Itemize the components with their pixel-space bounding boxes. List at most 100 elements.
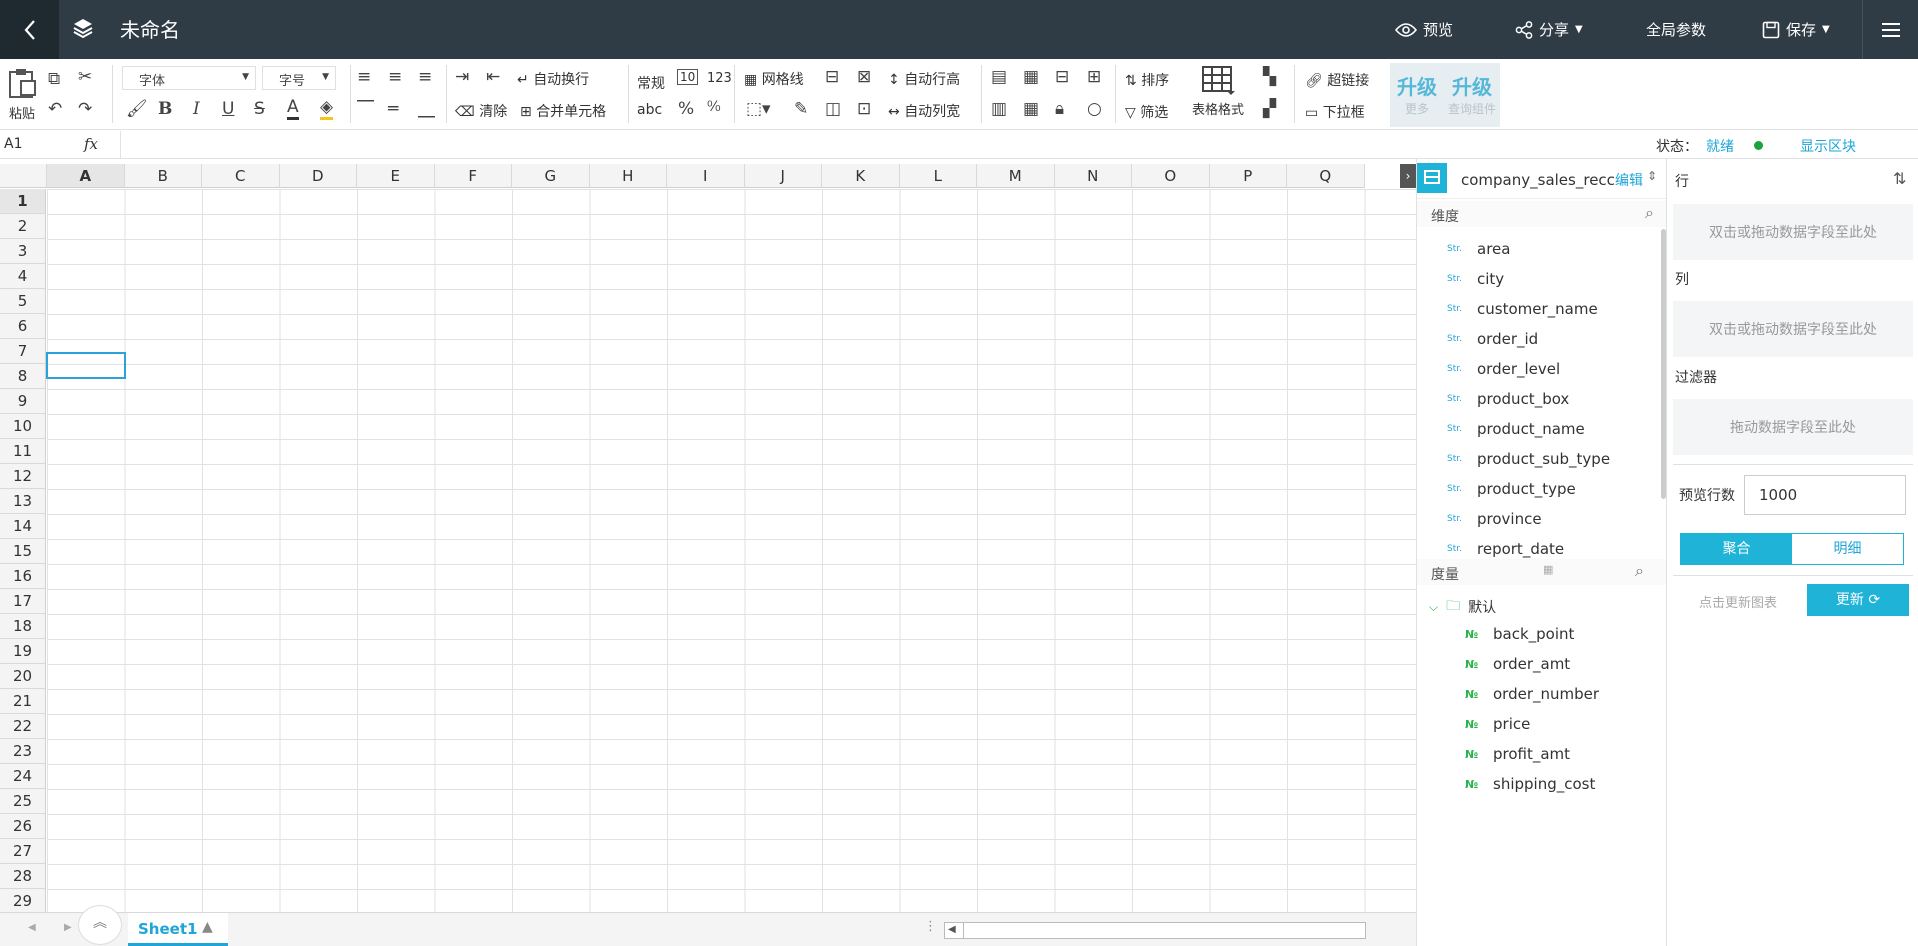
delete-row-icon[interactable]: ⊠ (857, 67, 871, 87)
magnify-icon[interactable]: ○ (1087, 99, 1102, 119)
merge-cells-button[interactable]: ⊞ 合并单元格 (520, 101, 606, 121)
spreadsheet-grid[interactable]: ABCDEFGHIJKLMNOPQ 1 2 3 4 5 6 7 8 9 10 11 12 13 14 15 1… (0, 164, 1416, 912)
align-left-icon[interactable]: ≡ (357, 67, 371, 87)
auto-col-width-button[interactable]: ↔ 自动列宽 (888, 101, 960, 121)
column-header[interactable]: G (512, 164, 590, 188)
formula-input[interactable] (120, 131, 1620, 158)
auto-row-height-button[interactable]: ↕ 自动行高 (888, 69, 960, 89)
row-header[interactable]: 24 (0, 764, 46, 789)
dimension-field[interactable]: Str. product_sub_type (1447, 450, 1610, 468)
measure-folder[interactable]: ⌵ 🗀︎ 默认 (1429, 595, 1496, 619)
sort-button[interactable]: ⇅ 排序 (1125, 70, 1169, 90)
selected-cell[interactable] (46, 352, 126, 379)
dimension-field[interactable]: Str. city (1447, 270, 1504, 288)
italic-icon[interactable]: I (193, 99, 200, 119)
global-params-button[interactable]: 全局参数 (1646, 19, 1706, 40)
preview-rows-input[interactable] (1744, 475, 1906, 515)
indent-increase-icon[interactable]: ⇥ (455, 67, 469, 87)
detail-tab[interactable]: 明细 (1792, 534, 1903, 564)
select-all-corner[interactable] (0, 164, 47, 188)
hyperlink-button[interactable]: 🔗︎ 超链接 (1305, 70, 1369, 90)
sheet-menu-icon[interactable]: ▲ (202, 919, 213, 935)
filter-drop-zone[interactable]: 拖动数据字段至此处 (1673, 399, 1913, 455)
underline-icon[interactable]: U (222, 99, 234, 119)
lock-icon[interactable]: 🔒︎ (1055, 99, 1064, 119)
indent-decrease-icon[interactable]: ⇤ (486, 67, 500, 87)
dimension-field[interactable]: Str. order_id (1447, 330, 1538, 348)
undo-icon[interactable]: ↶ (48, 99, 62, 119)
row-header[interactable]: 20 (0, 664, 46, 689)
search-icon[interactable]: ⌕ (1635, 561, 1644, 581)
measure-field[interactable]: № profit_amt (1465, 745, 1570, 763)
table-icon[interactable]: ▦ (1023, 67, 1039, 87)
search-icon[interactable]: ⌕ (1645, 203, 1654, 223)
upgrade-more-button[interactable]: 升级 更多 (1392, 71, 1442, 117)
row-header[interactable]: 7 (0, 339, 46, 364)
font-color-icon[interactable]: A (287, 97, 299, 120)
pen-icon[interactable]: ✎ (794, 99, 808, 119)
row-header[interactable]: 22 (0, 714, 46, 739)
column-header[interactable]: I (667, 164, 745, 188)
border-icon[interactable]: ⬚▾ (746, 99, 771, 119)
measure-field[interactable]: № price (1465, 715, 1530, 733)
back-button[interactable] (0, 0, 59, 59)
share-button[interactable]: 分享 ▼ (1515, 19, 1583, 40)
column-header[interactable]: L (899, 164, 977, 188)
dimension-field[interactable]: Str. province (1447, 510, 1542, 528)
update-button[interactable]: 更新 ⟳ (1807, 584, 1909, 616)
resize-handle-icon[interactable]: ▦ (1543, 563, 1553, 576)
column-header[interactable]: F (434, 164, 512, 188)
show-blocks-button[interactable]: 显示区块 (1800, 136, 1856, 156)
row-header[interactable]: 10 (0, 414, 46, 439)
font-size-select[interactable]: 字号 ▼ (262, 66, 336, 90)
row-header[interactable]: 14 (0, 514, 46, 539)
row-header[interactable]: 17 (0, 589, 46, 614)
font-family-select[interactable]: 字体 ▼ (122, 66, 256, 90)
more-icon[interactable]: ⋮ (924, 919, 937, 934)
row-header[interactable]: 1 (0, 189, 46, 214)
preview-button[interactable]: 预览 (1395, 19, 1453, 40)
number-format-normal[interactable]: 常规 (637, 73, 665, 93)
row-header[interactable]: 18 (0, 614, 46, 639)
scroll-left-icon[interactable]: ◀ (948, 924, 956, 935)
edit-dataset-button[interactable]: 编辑 (1615, 170, 1643, 190)
freeze-pane-icon[interactable]: ▦ (1023, 99, 1039, 119)
paste-button[interactable]: 粘贴 (4, 67, 40, 123)
gridlines-button[interactable]: ▦ 网格线 (744, 69, 804, 89)
row-header[interactable]: 13 (0, 489, 46, 514)
column-header[interactable]: A (47, 164, 125, 188)
column-header[interactable]: H (589, 164, 667, 188)
switch-dataset-icon[interactable]: ⇕ (1647, 169, 1657, 183)
cell-style-icon[interactable]: ▞ (1263, 99, 1276, 119)
align-bottom-icon[interactable]: ⎽ (418, 99, 435, 119)
column-header[interactable]: O (1132, 164, 1210, 188)
clear-button[interactable]: ⌫ 清除 (455, 101, 507, 121)
align-center-icon[interactable]: ≡ (388, 67, 402, 87)
dimension-field[interactable]: Str. product_box (1447, 390, 1569, 408)
dataset-name[interactable]: company_sales_recc (1461, 171, 1617, 189)
row-header[interactable]: 5 (0, 289, 46, 314)
align-right-icon[interactable]: ≡ (418, 67, 432, 87)
column-header[interactable]: M (977, 164, 1055, 188)
column-header[interactable]: Q (1287, 164, 1365, 188)
row-header[interactable]: 2 (0, 214, 46, 239)
horizontal-scrollbar[interactable]: ◀ (944, 922, 1366, 939)
row-header[interactable]: 12 (0, 464, 46, 489)
row-header[interactable]: 6 (0, 314, 46, 339)
upgrade-query-button[interactable]: 升级 查询组件 (1444, 71, 1500, 117)
column-header[interactable]: J (744, 164, 822, 188)
row-header[interactable]: 28 (0, 864, 46, 889)
aggregate-tab[interactable]: 聚合 (1681, 534, 1792, 564)
measure-field[interactable]: № order_number (1465, 685, 1599, 703)
row-header[interactable]: 29 (0, 889, 46, 912)
percent-icon[interactable]: % (678, 99, 694, 119)
thousands-icon[interactable]: ⁰⁄₀ (707, 99, 721, 115)
swap-icon[interactable]: ⇅ (1893, 169, 1906, 188)
freeze-col-icon[interactable]: ▥ (991, 99, 1007, 119)
row-header[interactable]: 25 (0, 789, 46, 814)
insert-col-icon[interactable]: ◫ (825, 99, 841, 119)
row-drop-zone[interactable]: 双击或拖动数据字段至此处 (1673, 204, 1913, 260)
align-top-icon[interactable]: ⎺ (357, 99, 374, 119)
column-split-icon[interactable]: ⊞ (1087, 67, 1101, 87)
row-header[interactable]: 8 (0, 364, 46, 389)
